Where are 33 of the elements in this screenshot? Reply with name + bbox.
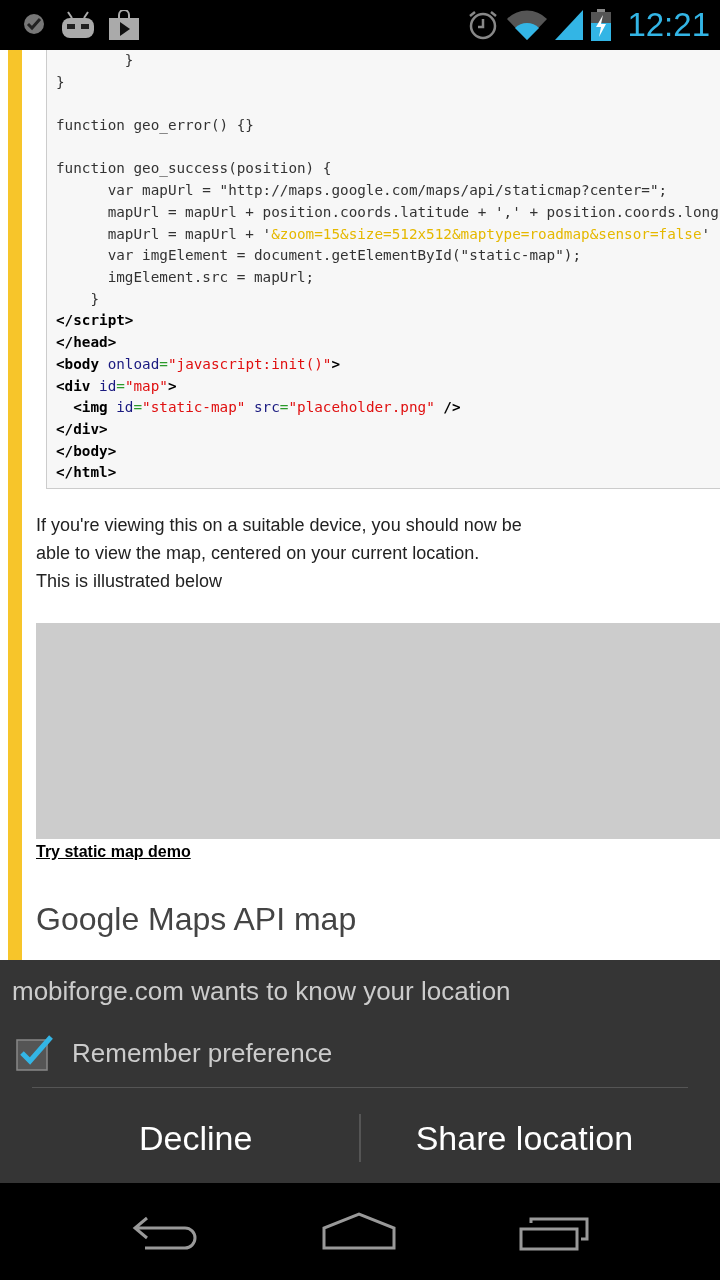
code-line: mapUrl = mapUrl + '&zoom=15&size=512x512&maptype=roadmap&sensor=false' xyxy=(106,224,711,244)
paragraph: If you're viewing this on a suitable device, you should now be able to view the map, centered on your current location. This is illustrated below xyxy=(36,514,523,594)
battery-charging-icon xyxy=(591,9,612,41)
code-line: <img id="static-map" src="placeholder.png" /> xyxy=(72,398,461,418)
dialog-title: mobiforge.com wants to know your location xyxy=(11,976,512,1007)
code-line: } xyxy=(123,51,134,70)
code-line: imgElement.src = mapUrl; xyxy=(106,268,315,287)
code-line: </script> xyxy=(56,311,134,331)
code-line: function geo_success(position) { xyxy=(56,159,332,179)
code-line: mapUrl = mapUrl + position.coords.latitude + ',' + position.coords.long xyxy=(106,202,719,222)
clock-time: 12:21 xyxy=(627,6,710,44)
dialog-button[interactable]: Share location xyxy=(360,1098,688,1178)
code-line: function geo_error() {} xyxy=(56,116,254,136)
play-store-icon xyxy=(108,10,140,40)
remember-label: Remember preference xyxy=(72,1037,333,1069)
code-line: </div> xyxy=(56,419,108,439)
dialog-button[interactable]: Decline xyxy=(32,1098,360,1178)
wifi-icon xyxy=(507,10,548,40)
robot-head-icon xyxy=(60,10,96,40)
code-line: } xyxy=(89,289,100,309)
section-heading: Google Maps API map xyxy=(36,901,358,939)
code-line: <body onload="javascript:init()"> xyxy=(56,354,341,374)
home-icon[interactable] xyxy=(322,1211,396,1252)
remember-checkbox[interactable] xyxy=(16,1035,54,1071)
signal-icon xyxy=(555,10,584,40)
code-line: var mapUrl = "http://maps.google.com/maps/api/staticmap?center="; xyxy=(106,181,668,201)
code-line: var imgElement = document.getElementById("static-map"); xyxy=(106,246,582,266)
code-line: </head> xyxy=(56,333,117,353)
code-line: } xyxy=(56,72,65,92)
demo-link[interactable]: Try static map demo xyxy=(36,843,191,862)
code-line: </html> xyxy=(56,463,117,483)
code-line: </body> xyxy=(56,441,117,461)
code-line: <div id="map"> xyxy=(56,376,177,396)
